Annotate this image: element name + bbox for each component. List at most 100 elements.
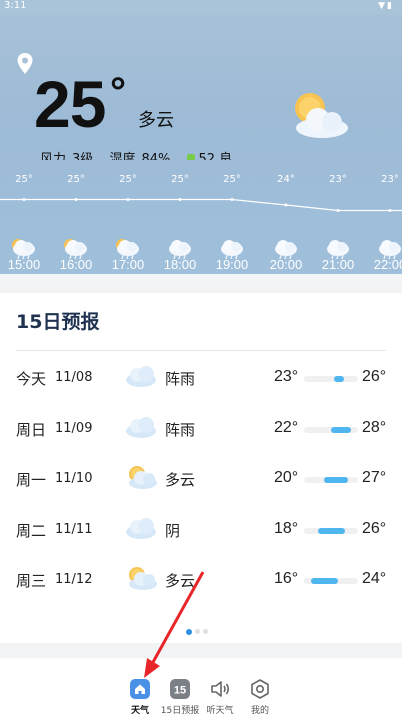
hourly-trend-point [388,209,392,212]
forecast-high: 28° [362,418,387,436]
sun-cloud-icon [129,567,157,590]
forecast-low: 18° [274,519,299,537]
forecast-date: 11/08 [55,370,93,385]
hourly-time-label: 17:00 [111,257,145,272]
page-dot[interactable] [203,629,208,634]
page-dot[interactable] [186,628,192,635]
current-temperature: 25 [34,67,106,141]
page-indicator [186,621,211,635]
forecast-high: 26° [362,519,387,537]
forecast-high: 26° [362,368,387,385]
forecast-low: 23° [274,368,299,385]
temperature-range-bar [304,578,358,584]
hourly-temp-label: 25° [67,174,85,185]
page-dot[interactable] [195,629,200,634]
forecast-condition: 阵雨 [165,370,196,388]
wifi-icon: ▼ [378,1,388,11]
hourly-temp-label: 23° [381,174,399,185]
hourly-time-label: 19:00 [215,257,249,272]
current-condition: 多云 [138,110,174,131]
15-day-icon: 15 [170,679,190,699]
aqi-detail[interactable]: 52 良 [186,152,239,160]
divider [16,350,386,351]
hourly-trend-point [178,198,182,201]
hourly-temp-label: 23° [329,174,347,185]
speaker-icon [211,681,230,697]
forecast-day: 周日 [16,420,47,439]
aqi-badge-icon [186,154,195,160]
forecast-date: 11/09 [55,420,93,436]
forecast-card: 15日预报 今天 11/08 阵雨 23° 26° 周日 11/09 阵雨 22° 28° 周一 11… [0,293,402,643]
cloud-icon [126,517,156,539]
hourly-trend-point [230,198,234,201]
home-icon [130,679,150,699]
hourly-temp-label: 25° [223,174,241,185]
hourly-times: 15:00 16:00 17:00 18:00 19:00 20:00 21:00 22:00 [0,257,402,274]
sun-cloud-icon [295,93,348,138]
forecast-condition: 阵雨 [165,420,196,439]
hourly-temp-label: 25° [15,174,33,185]
nav-mine-label: 我的 [250,706,269,714]
forecast-condition: 阴 [165,521,181,540]
hourly-temp-label: 25° [119,174,137,185]
forecast-high: 24° [362,570,387,587]
forecast-condition: 多云 [165,572,196,590]
forecast-condition: 多云 [165,471,196,489]
temperature-range-bar [304,426,358,433]
nav-listen[interactable]: 听天气 [198,678,242,714]
forecast-row[interactable]: 周三 11/12 多云 16° 24° [0,565,402,595]
current-weather-panel: 25 ° 多云 风力 3级 湿度 84% 52 良 25° 25° 25° 25° 25° 2… [0,14,402,274]
hourly-trend-line [0,198,402,212]
temperature-range-bar [304,376,358,382]
forecast-day: 今天 [16,370,47,388]
forecast-row[interactable]: 周一 11/10 多云 20° 27° [0,464,402,494]
forecast-row[interactable]: 周日 11/09 阵雨 22° 28° [0,414,402,444]
degree-symbol: ° [110,70,126,114]
cloud-icon [126,366,156,387]
nav-15-day[interactable]: 15 15日预报 [158,678,202,714]
current-details: 风力 3级 湿度 84% 52 良 [40,146,244,160]
status-time: 3:11 [4,0,27,11]
forecast-day: 周三 [16,572,47,590]
status-icons: ▼▮ [378,1,394,11]
temperature-range-fill [334,376,345,382]
battery-icon: ▮ [387,1,394,11]
forecast-low: 22° [274,418,299,436]
settings-hex-icon [251,679,269,699]
hourly-temp-label: 25° [171,174,189,185]
forecast-day: 周二 [16,521,47,540]
temperature-range-fill [317,527,345,534]
humidity-detail: 湿度 84% [109,152,171,160]
sun-cloud-icon [129,466,157,489]
hourly-time-label: 21:00 [321,257,355,272]
nav-mine[interactable]: 我的 [238,678,282,714]
forecast-title: 15日预报 [16,311,100,333]
nav-15-badge: 15 [174,685,186,697]
hourly-time-label: 22:00 [373,257,402,272]
forecast-low: 16° [274,570,299,587]
forecast-day: 周一 [16,471,47,489]
forecast-row[interactable]: 周二 11/11 阴 18° 26° [0,515,402,545]
temperature-range-fill [310,578,338,584]
location-pin-icon[interactable] [16,52,34,76]
nav-15-day-label: 15日预报 [160,706,200,714]
forecast-high: 27° [362,469,387,486]
hourly-time-label: 18:00 [163,257,197,272]
hourly-temperatures: 25° 25° 25° 25° 25° 24° 23° 23° [0,174,402,190]
status-bar: 3:11 ▼▮ [0,0,402,14]
wind-detail: 风力 3级 [40,152,94,160]
hourly-time-label: 15:00 [7,257,41,272]
hourly-trend-point [74,198,78,201]
forecast-date: 11/12 [55,572,93,587]
hourly-trend-point [336,209,340,212]
nav-weather-label: 天气 [130,706,149,714]
nav-listen-label: 听天气 [206,706,234,714]
hourly-time-label: 16:00 [59,257,93,272]
hourly-time-label: 20:00 [269,257,303,272]
hourly-trend-point [284,203,288,207]
forecast-row[interactable]: 今天 11/08 阵雨 23° 26° [0,363,402,393]
forecast-date: 11/11 [55,521,93,537]
bottom-navigation: 天气 15 15日预报 听天气 我的 [0,658,402,714]
hourly-trend-point [126,198,130,201]
nav-weather[interactable]: 天气 [118,678,162,714]
